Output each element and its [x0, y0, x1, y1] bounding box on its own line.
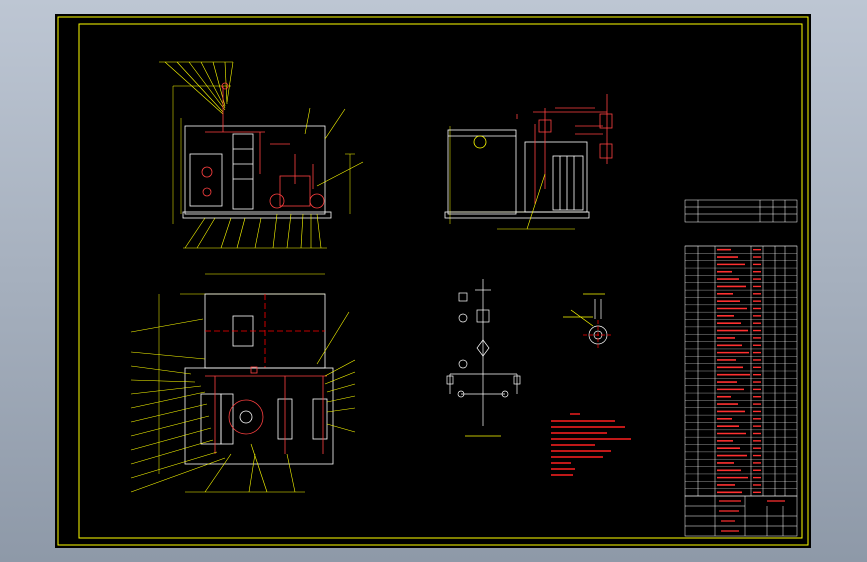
side-view [444, 94, 613, 230]
technical-notes [551, 413, 631, 476]
front-view-bottom-leaders [183, 213, 327, 249]
front-pipes [205, 82, 314, 189]
drawing-sheet [55, 14, 811, 548]
front-view [159, 61, 364, 249]
front-view-dimensions [172, 85, 355, 224]
cad-drawing-canvas [57, 16, 809, 546]
front-base [182, 211, 332, 219]
plan-view [130, 273, 356, 493]
plan-view-left-leaders [130, 318, 226, 493]
parts-list-rows [685, 245, 797, 494]
hydraulic-schematic [446, 279, 521, 437]
parts-list [684, 199, 798, 497]
title-block [684, 495, 798, 537]
front-view-top-leaders [159, 61, 234, 115]
detail-view [563, 293, 613, 350]
side-tank [447, 129, 517, 215]
front-tank [184, 125, 326, 215]
